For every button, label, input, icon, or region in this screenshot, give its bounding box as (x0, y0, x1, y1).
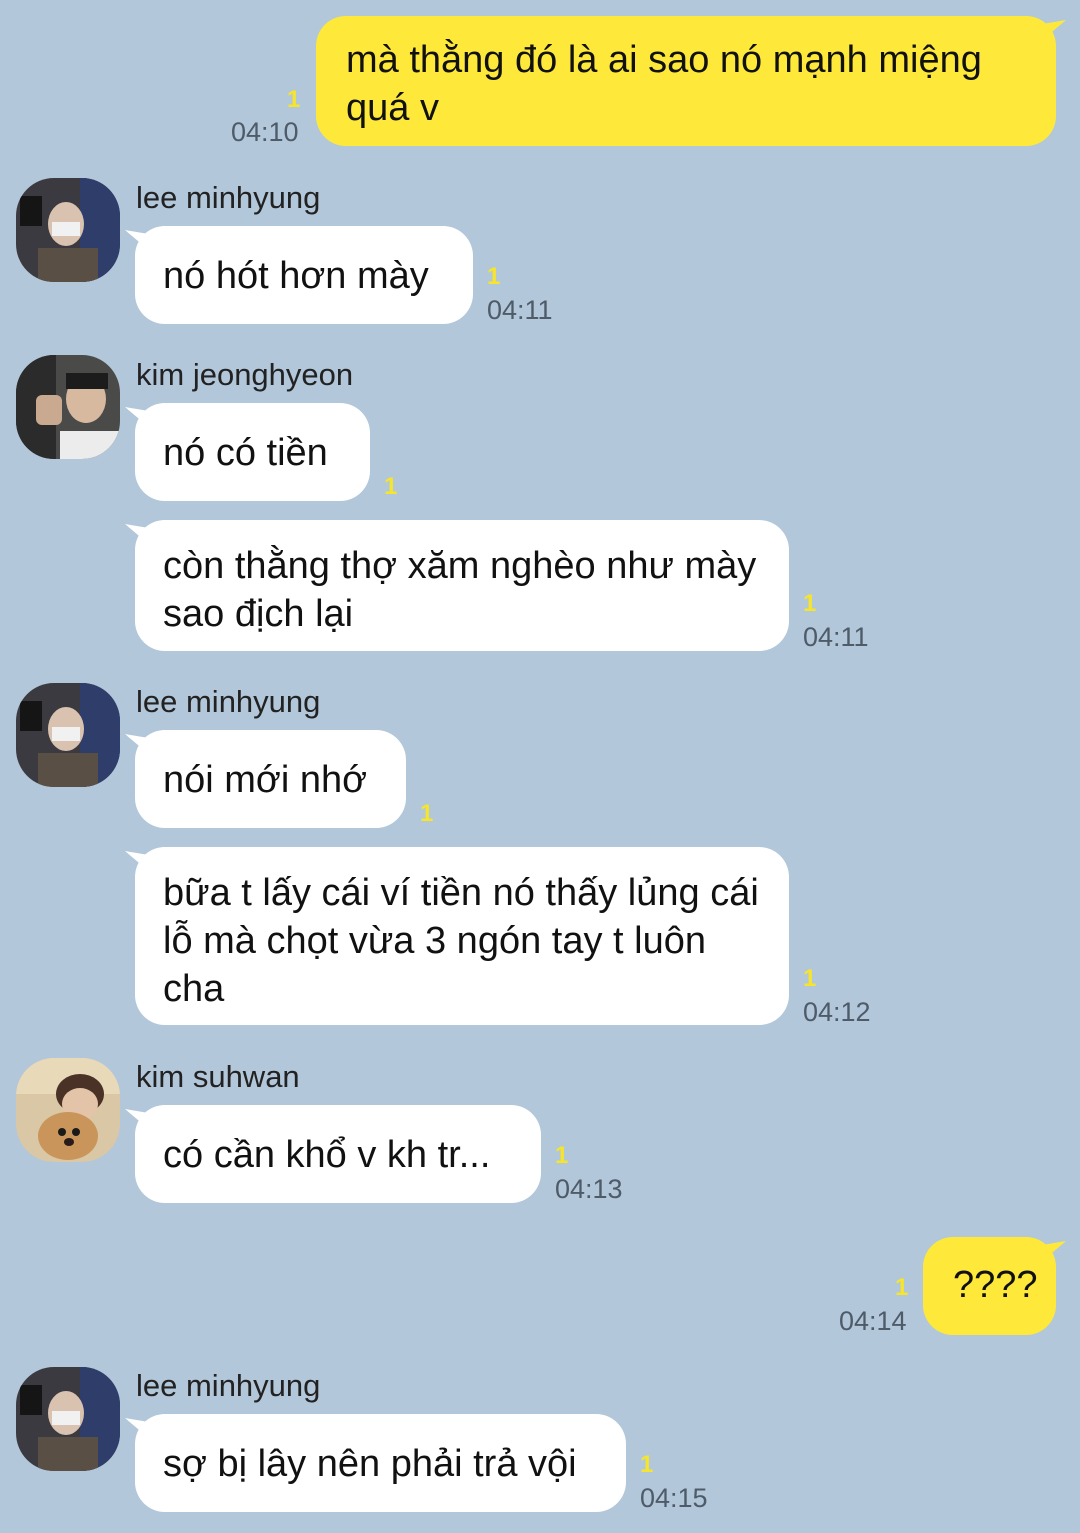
outgoing-message-bubble[interactable]: ???? (923, 1237, 1056, 1335)
message-text: ???? (953, 1264, 1038, 1306)
incoming-message-bubble[interactable]: nó có tiền (135, 403, 370, 501)
message-text: có cần khổ v kh tr... (163, 1134, 491, 1176)
incoming-message-bubble[interactable]: nó hót hơn mày (135, 226, 473, 324)
sender-name: lee minhyung (136, 1368, 321, 1403)
message-time: 04:10 (231, 117, 299, 147)
avatar[interactable] (16, 683, 120, 787)
message-text: sợ bị lây nên phải trả vội (163, 1443, 577, 1485)
avatar[interactable] (16, 178, 120, 282)
message-text: nó có tiền (163, 432, 328, 474)
avatar[interactable] (16, 1367, 120, 1471)
incoming-message-bubble[interactable]: còn thằng thợ xăm nghèo như mày sao địch… (135, 520, 789, 651)
sender-name: lee minhyung (136, 180, 321, 215)
incoming-message-bubble[interactable]: có cần khổ v kh tr... (135, 1105, 541, 1203)
message-time: 04:11 (487, 295, 553, 325)
message-time: 04:13 (555, 1174, 623, 1204)
message-text: còn thằng thợ xăm nghèo như mày sao địch… (163, 545, 757, 635)
unread-count: 1 (555, 1142, 569, 1169)
unread-count: 1 (640, 1451, 654, 1478)
incoming-message-bubble[interactable]: nói mới nhớ (135, 730, 406, 828)
unread-count: 1 (420, 800, 434, 827)
incoming-message-bubble[interactable]: bữa t lấy cái ví tiền nó thấy lủng cái l… (135, 847, 789, 1025)
message-time: 04:12 (803, 997, 871, 1027)
avatar[interactable] (16, 355, 120, 459)
unread-count: 1 (384, 473, 398, 500)
avatar[interactable] (16, 1058, 120, 1162)
outgoing-message-bubble[interactable]: mà thằng đó là ai sao nó mạnh miệng quá … (316, 16, 1056, 146)
sender-name: kim jeonghyeon (136, 357, 354, 392)
incoming-message-bubble[interactable]: sợ bị lây nên phải trả vội (135, 1414, 626, 1512)
message-text: nó hót hơn mày (163, 255, 429, 297)
unread-count: 1 (487, 263, 501, 290)
sender-name: lee minhyung (136, 684, 321, 719)
message-time: 04:15 (640, 1483, 708, 1513)
message-text: mà thằng đó là ai sao nó mạnh miệng quá … (346, 39, 982, 129)
message-time: 04:14 (839, 1306, 907, 1336)
message-text: bữa t lấy cái ví tiền nó thấy lủng cái l… (163, 872, 759, 1010)
sender-name: kim suhwan (136, 1059, 300, 1094)
unread-count: 1 (287, 86, 301, 113)
message-text: nói mới nhớ (163, 759, 368, 801)
unread-count: 1 (803, 590, 817, 617)
message-time: 04:11 (803, 622, 869, 652)
unread-count: 1 (803, 965, 817, 992)
unread-count: 1 (895, 1274, 909, 1301)
